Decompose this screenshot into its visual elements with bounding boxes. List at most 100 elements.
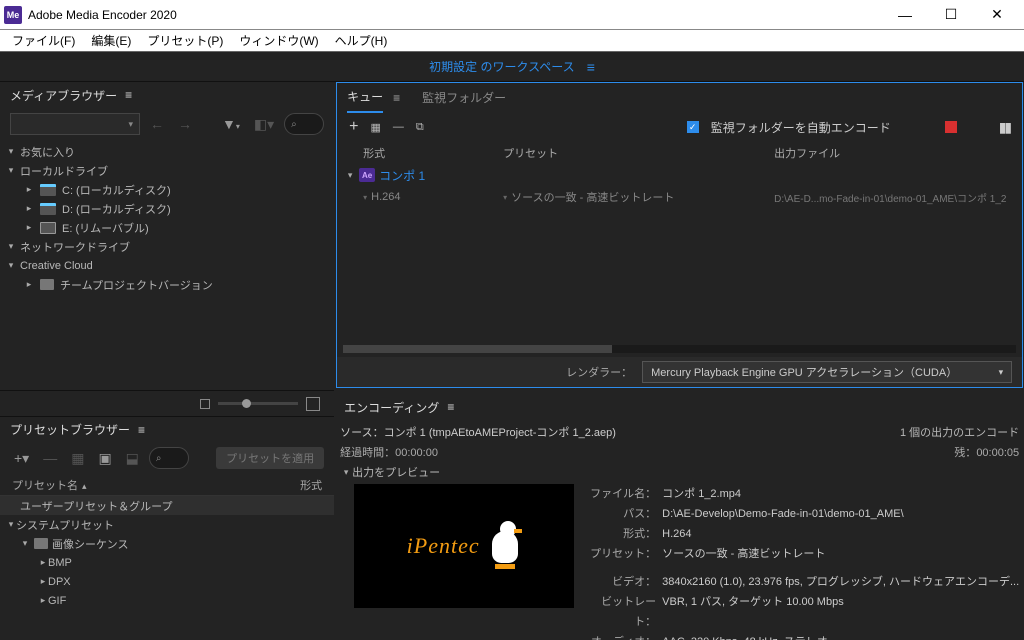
meta-audio: AAC, 320 Kbps, 48 kHz, ステレオ	[662, 632, 1019, 640]
queue-comp-name: コンポ 1	[379, 167, 425, 184]
thumbnail-size-slider-row	[0, 390, 334, 416]
brand-logo: iPentec	[407, 533, 480, 559]
drive-icon	[40, 222, 56, 234]
pause-button[interactable]: ▮▮	[999, 119, 1010, 136]
media-browser-toolbar: ▾ ← → ▼▾ ◧▾ ⌕	[0, 108, 334, 140]
workspace-label[interactable]: 初期設定 のワークスペース	[429, 58, 575, 75]
folder-icon	[34, 538, 48, 549]
col-preset-name[interactable]: プリセット名▴	[12, 477, 300, 493]
minimize-button[interactable]: —	[882, 0, 928, 30]
tree-local-drives[interactable]: ▾ローカルドライブ	[6, 161, 328, 180]
meta-format: H.264	[662, 524, 1019, 544]
meta-bitrate: VBR, 1 パス, ターゲット 10.00 Mbps	[662, 592, 1019, 632]
queue-item-comp[interactable]: ▾ Ae コンポ 1	[337, 164, 1022, 186]
menu-help[interactable]: ヘルプ(H)	[327, 32, 396, 49]
queue-hscrollbar[interactable]	[343, 345, 1016, 353]
tree-drive-e[interactable]: ▸E: (リムーバブル)	[6, 218, 328, 237]
window-titlebar: Me Adobe Media Encoder 2020 — ☐ ✕	[0, 0, 1024, 30]
remove-preset-icon[interactable]: —	[39, 450, 61, 466]
add-preset-icon[interactable]: +▾	[10, 450, 33, 467]
renderer-select[interactable]: Mercury Playback Engine GPU アクセラレーション（CU…	[642, 361, 1012, 383]
preset-dpx[interactable]: ▸DPX	[0, 572, 334, 591]
filter-icon[interactable]: ▼▾	[218, 116, 244, 132]
output-format: H.264	[371, 191, 400, 203]
new-folder-icon[interactable]: ▣	[94, 450, 115, 467]
add-source-icon[interactable]: +	[349, 118, 358, 136]
thumb-size-slider[interactable]	[218, 402, 298, 405]
col-format[interactable]: 形式	[363, 145, 503, 161]
small-thumb-icon	[200, 399, 210, 409]
remove-icon[interactable]: —	[393, 121, 404, 133]
maximize-button[interactable]: ☐	[928, 0, 974, 30]
tab-watch-folder[interactable]: 監視フォルダー	[422, 83, 506, 112]
output-metadata: ファイル名：コンポ 1_2.mp4 パス：D:\AE-Develop\Demo-…	[586, 484, 1019, 640]
edit-preset-icon[interactable]: ▦	[67, 450, 88, 467]
preset-search-input[interactable]: ⌕	[149, 447, 189, 469]
chevron-down-icon[interactable]: ▾	[363, 193, 367, 202]
menu-preset[interactable]: プリセット(P)	[139, 32, 231, 49]
meta-filename[interactable]: コンポ 1_2.mp4	[662, 484, 1019, 504]
encoding-title: エンコーディング	[344, 399, 439, 416]
elapsed-time: 経過時間：00:00:00	[340, 444, 438, 460]
panel-menu-icon[interactable]: ≡	[138, 423, 145, 437]
tree-network-drives[interactable]: ▾ネットワークドライブ	[6, 237, 328, 256]
media-browser-title: メディアブラウザー	[10, 87, 117, 104]
remaining-time: 残：00:00:05	[954, 444, 1019, 460]
tab-queue[interactable]: キュー	[347, 82, 383, 113]
tree-favorites[interactable]: ▾お気に入り	[6, 142, 328, 161]
ingest-icon[interactable]: ◧▾	[250, 116, 278, 133]
media-browser-tree: ▾お気に入り ▾ローカルドライブ ▸C: (ローカルディスク) ▸D: (ローカ…	[0, 140, 334, 390]
source-label: ソース：コンポ 1 (tmpAEtoAMEProject-コンポ 1_2.aep…	[340, 424, 616, 440]
preset-gif[interactable]: ▸GIF	[0, 591, 334, 610]
preset-user-group[interactable]: ユーザープリセット＆グループ	[0, 496, 334, 515]
panel-menu-icon[interactable]: ≡	[393, 91, 400, 105]
queue-toolbar: + ▦ — ⧉ ✓ 監視フォルダーを自動エンコード ▮▮	[337, 112, 1022, 142]
menu-file[interactable]: ファイル(F)	[4, 32, 83, 49]
tree-team-project[interactable]: ▸チームプロジェクトバージョン	[6, 275, 328, 294]
tree-drive-c[interactable]: ▸C: (ローカルディスク)	[6, 180, 328, 199]
panel-menu-icon[interactable]: ≡	[125, 88, 132, 102]
close-button[interactable]: ✕	[974, 0, 1020, 30]
duplicate-icon[interactable]: ⧉	[416, 121, 424, 134]
menu-window[interactable]: ウィンドウ(W)	[231, 32, 326, 49]
app-icon: Me	[4, 6, 22, 24]
queue-item-output[interactable]: ▾ H.264 ▾ ソースの一致 - 高速ビットレート D:\AE-D...mo-F…	[337, 186, 1022, 208]
disclosure-icon[interactable]: ▾	[340, 467, 352, 478]
back-icon[interactable]: ←	[146, 116, 168, 132]
forward-icon[interactable]: →	[174, 116, 196, 132]
queue-columns: 形式 プリセット 出力ファイル	[337, 142, 1022, 164]
preset-bmp[interactable]: ▸BMP	[0, 553, 334, 572]
settings-icon[interactable]: ⬓	[122, 450, 143, 467]
workspace-menu-icon[interactable]: ≡	[587, 59, 595, 75]
output-preset: ソースの一致 - 高速ビットレート	[511, 189, 674, 205]
col-format[interactable]: 形式	[300, 477, 322, 493]
output-preview-label: 出力をプレビュー	[352, 464, 440, 480]
search-input[interactable]: ⌕	[284, 113, 324, 135]
encoding-header: エンコーディング ≡	[334, 394, 1024, 420]
meta-path[interactable]: D:\AE-Develop\Demo-Fade-in-01\demo-01_AM…	[662, 504, 1019, 524]
col-preset[interactable]: プリセット	[503, 145, 774, 161]
stop-button[interactable]	[945, 121, 957, 133]
panel-menu-icon[interactable]: ≡	[447, 400, 454, 414]
queue-tabs: キュー ≡ 監視フォルダー	[336, 82, 1023, 112]
tree-drive-d[interactable]: ▸D: (ローカルディスク)	[6, 199, 328, 218]
preset-tree: ユーザープリセット＆グループ ▾システムプリセット ▾画像シーケンス ▸BMP …	[0, 496, 334, 640]
queue-panel: + ▦ — ⧉ ✓ 監視フォルダーを自動エンコード ▮▮ 形式 プリセット 出力…	[336, 112, 1023, 388]
menu-edit[interactable]: 編集(E)	[83, 32, 139, 49]
auto-encode-checkbox[interactable]: ✓	[687, 121, 699, 133]
col-output[interactable]: 出力ファイル	[774, 145, 1014, 161]
preset-toolbar: +▾ — ▦ ▣ ⬓ ⌕ プリセットを適用	[0, 442, 334, 474]
preset-browser-title: プリセットブラウザー	[10, 421, 130, 438]
apply-preset-button[interactable]: プリセットを適用	[216, 447, 324, 469]
chevron-down-icon[interactable]: ▾	[503, 193, 507, 202]
tree-creative-cloud[interactable]: ▾Creative Cloud	[6, 256, 328, 275]
menu-bar: ファイル(F) 編集(E) プリセット(P) ウィンドウ(W) ヘルプ(H)	[0, 30, 1024, 52]
folder-icon	[40, 279, 54, 290]
path-combo[interactable]: ▾	[10, 113, 140, 135]
preset-system[interactable]: ▾システムプリセット	[0, 515, 334, 534]
output-path: D:\AE-D...mo-Fade-in-01\demo-01_AME\コンポ …	[774, 190, 1014, 205]
preset-browser-header: プリセットブラウザー ≡	[0, 416, 334, 442]
add-output-icon[interactable]: ▦	[370, 121, 380, 134]
preset-image-sequence[interactable]: ▾画像シーケンス	[0, 534, 334, 553]
renderer-row: レンダラー： Mercury Playback Engine GPU アクセラレ…	[337, 357, 1022, 387]
